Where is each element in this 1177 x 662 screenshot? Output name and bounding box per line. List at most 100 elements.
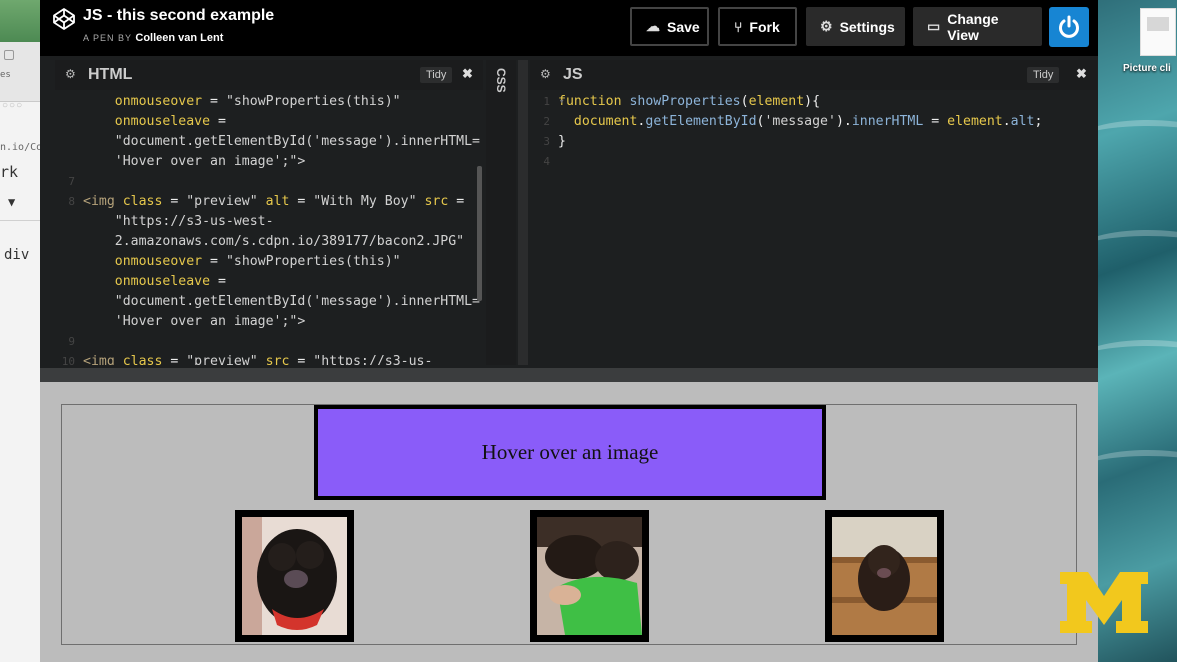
code-token: "With My Boy" <box>313 194 425 209</box>
code-line[interactable]: onmouseleave = <box>55 112 483 132</box>
code-token: <img <box>83 354 123 365</box>
desktop-file-icon[interactable] <box>1140 8 1176 56</box>
code-line[interactable]: 3} <box>530 132 1097 152</box>
code-line[interactable]: onmouseover = "showProperties(this)" <box>55 92 483 112</box>
code-token: "https://s3-us-west- <box>114 214 274 229</box>
code-token: ). <box>835 114 852 129</box>
code-token: showProperties <box>629 94 741 109</box>
fork-icon: ⑂ <box>734 18 743 35</box>
code-token: . <box>1002 114 1011 129</box>
editor-resize-handle[interactable] <box>518 60 528 365</box>
js-tidy-button[interactable]: Tidy <box>1027 67 1060 83</box>
code-token: "preview" <box>186 354 266 365</box>
code-token: alt <box>265 194 290 209</box>
code-line[interactable]: 2 document.getElementById('message').inn… <box>530 112 1097 132</box>
code-token: "document.getElementById('message').inne… <box>114 294 480 309</box>
code-token: 'message' <box>764 114 836 129</box>
code-token: 'Hover over an image';"> <box>114 154 306 169</box>
wallpaper-wave <box>1098 340 1177 380</box>
code-token: 2.amazonaws.com/s.cdpn.io/389177/bacon2.… <box>114 234 465 249</box>
background-window-strip <box>0 0 40 42</box>
dog-photo-image <box>242 517 347 635</box>
save-button[interactable]: ☁ Save <box>630 7 709 46</box>
wallpaper-wave <box>1098 450 1177 490</box>
code-line[interactable]: 1 ▾ function showProperties(element){ <box>530 92 1097 112</box>
codepen-logo-icon[interactable] <box>52 7 76 31</box>
code-token: onmouseleave <box>114 114 211 129</box>
fork-button-label: Fork <box>749 18 780 35</box>
code-token: function <box>558 94 630 109</box>
html-close-icon[interactable]: ✖ <box>462 66 473 82</box>
code-token: class <box>122 354 163 365</box>
html-editor-scrollbar[interactable] <box>477 166 482 301</box>
code-line[interactable]: 'Hover over an image';"> <box>55 152 483 172</box>
code-token: "showProperties(this)" <box>225 254 401 269</box>
code-line[interactable]: 10 <img class = "preview" src = "https://… <box>55 352 483 365</box>
html-tidy-button[interactable]: Tidy <box>420 67 453 83</box>
js-editor-title: JS <box>563 66 583 83</box>
settings-button[interactable]: ⚙ Settings <box>806 7 905 46</box>
code-token: "showProperties(this)" <box>225 94 401 109</box>
code-line[interactable]: 'Hover over an image';"> <box>55 312 483 332</box>
code-token: onmouseover <box>114 94 203 109</box>
save-button-label: Save <box>667 18 700 35</box>
code-line[interactable]: 4 <box>530 152 1097 172</box>
code-token: = <box>202 94 226 109</box>
change-view-button[interactable]: ▭ Change View <box>913 7 1042 46</box>
power-button[interactable] <box>1049 7 1089 47</box>
code-token: = <box>210 114 226 129</box>
html-editor-title: HTML <box>88 66 133 83</box>
code-line[interactable]: "document.getElementById('message').inne… <box>55 292 483 312</box>
code-line[interactable]: 2.amazonaws.com/s.cdpn.io/389177/bacon2.… <box>55 232 483 252</box>
code-token: "document.getElementById('message').inne… <box>114 134 480 149</box>
js-settings-gear-icon[interactable]: ⚙ <box>540 67 551 81</box>
fork-button[interactable]: ⑂ Fork <box>718 7 797 46</box>
js-editor-header: ⚙ JS Tidy ✖ <box>530 60 1097 90</box>
pen-header: JS - this second example A PEN BY Collee… <box>40 0 1098 56</box>
code-token: getElementById <box>645 114 757 129</box>
code-line[interactable]: onmouseleave = <box>55 272 483 292</box>
code-token: <img <box>83 194 123 209</box>
line-number: 3 <box>543 135 550 148</box>
result-pane: Hover over an image <box>40 368 1098 662</box>
code-line[interactable]: 8 <img class = "preview" alt = "With My B… <box>55 192 483 212</box>
message-box: Hover over an image <box>314 405 826 500</box>
background-url-fragment: n.io/Co <box>0 142 40 153</box>
code-token: element <box>748 94 805 109</box>
code-token: = <box>289 354 314 365</box>
preview-image[interactable] <box>825 510 944 642</box>
boy-with-dog-photo-image <box>537 517 642 635</box>
background-browser-window: es ○○○ n.io/Co rk ▼ div <box>0 0 40 662</box>
fold-arrow-icon[interactable]: ▾ <box>559 92 564 112</box>
puppy-on-stairs-photo-image <box>832 517 937 635</box>
wallpaper-wave <box>1098 230 1177 270</box>
code-token: src <box>265 354 290 365</box>
code-token: = <box>210 274 226 289</box>
html-settings-gear-icon[interactable]: ⚙ <box>65 67 76 81</box>
pen-byline: A PEN BY Colleen van Lent <box>83 32 223 44</box>
desktop-file-label[interactable]: Picture cli <box>1123 63 1171 74</box>
html-editor-header: ⚙ HTML Tidy ✖ <box>55 60 483 90</box>
background-divider <box>0 220 40 221</box>
code-token: class <box>122 194 163 209</box>
code-line[interactable]: 7 <box>55 172 483 192</box>
pen-author-link[interactable]: Colleen van Lent <box>135 32 223 44</box>
code-line[interactable]: "https://s3-us-west- <box>55 212 483 232</box>
css-editor-collapsed-tab[interactable]: CSS <box>486 60 516 365</box>
code-token: = <box>162 194 187 209</box>
html-code-area[interactable]: onmouseover = "showProperties(this)" onm… <box>55 92 483 365</box>
preview-image[interactable] <box>530 510 649 642</box>
preview-container: Hover over an image <box>61 404 1077 645</box>
js-close-icon[interactable]: ✖ <box>1076 66 1087 82</box>
js-code-area[interactable]: 1 ▾ function showProperties(element){2 doc… <box>530 92 1097 365</box>
pen-title[interactable]: JS - this second example <box>83 7 274 25</box>
code-line[interactable]: 9 <box>55 332 483 352</box>
code-line[interactable]: "document.getElementById('message').inne… <box>55 132 483 152</box>
code-line[interactable]: onmouseover = "showProperties(this)" <box>55 252 483 272</box>
preview-image[interactable] <box>235 510 354 642</box>
